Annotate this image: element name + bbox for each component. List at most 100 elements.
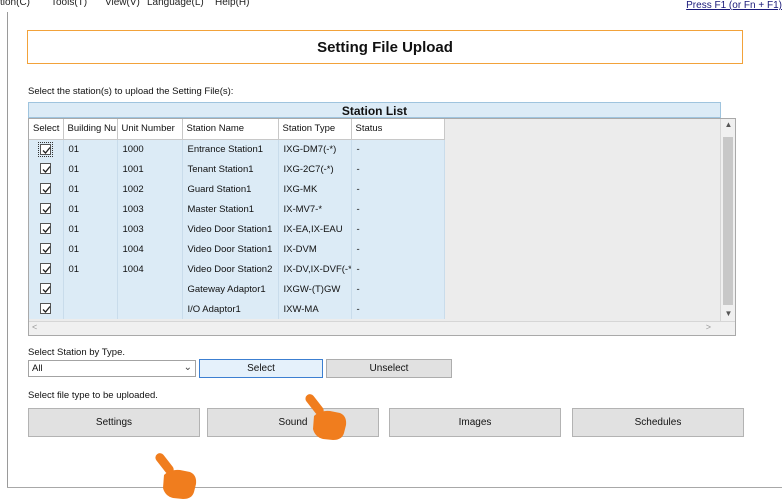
select-cell	[29, 279, 64, 299]
station-name-cell: I/O Adaptor1	[182, 299, 279, 319]
images-button[interactable]: Images	[389, 408, 561, 437]
window-bottom-border	[7, 487, 782, 488]
row-select-checkbox[interactable]	[38, 141, 54, 157]
building-cell: 01	[63, 139, 118, 159]
station-list-header: Station List	[28, 102, 721, 118]
select-cell	[29, 239, 64, 259]
station-name-cell: Master Station1	[182, 199, 279, 219]
select-by-type-label: Select Station by Type.	[28, 347, 125, 358]
station-type-cell: IX-EA,IX-EAU	[278, 219, 352, 239]
select-button[interactable]: Select	[199, 359, 323, 378]
table-row[interactable]: 01 1002 Guard Station1 IXG-MK -	[29, 179, 445, 199]
select-station-prompt: Select the station(s) to upload the Sett…	[28, 86, 234, 97]
building-cell: 01	[63, 239, 118, 259]
column-header-status[interactable]: Status	[351, 119, 445, 140]
table-row[interactable]: 01 1004 Video Door Station2 IX-DV,IX-DVF(-*…	[29, 259, 445, 279]
station-list-title: Station List	[341, 104, 408, 118]
row-select-checkbox[interactable]	[40, 263, 52, 275]
select-cell	[29, 139, 64, 159]
scroll-right-arrow-icon[interactable]: >	[706, 322, 711, 332]
menu-item-station[interactable]: tion(C)	[0, 0, 30, 8]
select-cell	[29, 259, 64, 279]
scroll-left-arrow-icon[interactable]: <	[32, 322, 37, 332]
scroll-down-arrow-icon[interactable]: ▼	[721, 309, 735, 318]
table-row[interactable]: 01 1003 Master Station1 IX-MV7-* -	[29, 199, 445, 219]
table-row[interactable]: 01 1003 Video Door Station1 IX-EA,IX-EAU -	[29, 219, 445, 239]
status-cell: -	[351, 159, 445, 179]
column-header-unit[interactable]: Unit Number	[117, 119, 183, 140]
unit-number-cell: 1003	[117, 199, 183, 219]
row-select-checkbox[interactable]	[40, 283, 52, 295]
menu-bar: tion(C) Tools(T) View(V) Language(L) Hel…	[0, 0, 782, 14]
select-cell	[29, 199, 64, 219]
station-name-cell: Entrance Station1	[182, 139, 279, 159]
select-cell	[29, 299, 64, 319]
station-type-dropdown[interactable]: All ⌄	[28, 360, 196, 377]
schedules-button[interactable]: Schedules	[572, 408, 744, 437]
menu-item-view[interactable]: View(V)	[105, 0, 140, 8]
station-type-cell: IX-DVM	[278, 239, 352, 259]
row-select-checkbox[interactable]	[40, 243, 52, 255]
pointing-hand-icon	[305, 394, 347, 440]
vertical-scrollbar-thumb[interactable]	[723, 137, 733, 305]
building-cell: 01	[63, 159, 118, 179]
status-cell: -	[351, 239, 445, 259]
table-row[interactable]: 01 1001 Tenant Station1 IXG-2C7(-*) -	[29, 159, 445, 179]
table-row[interactable]: Gateway Adaptor1 IXGW-(T)GW -	[29, 279, 445, 299]
menu-item-language[interactable]: Language(L)	[147, 0, 204, 8]
help-hint-link[interactable]: Press F1 (or Fn + F1)	[686, 0, 782, 11]
column-header-building[interactable]: Building Nu	[63, 119, 118, 140]
horizontal-scrollbar[interactable]: < >	[29, 321, 735, 335]
window-left-border	[7, 12, 8, 488]
station-type-cell: IXGW-(T)GW	[278, 279, 352, 299]
checkmark-icon	[42, 166, 51, 174]
unit-number-cell: 1000	[117, 139, 183, 159]
sound-button[interactable]: Sound	[207, 408, 379, 437]
status-cell: -	[351, 199, 445, 219]
table-row[interactable]: I/O Adaptor1 IXW-MA -	[29, 299, 445, 319]
file-type-label: Select file type to be uploaded.	[28, 390, 158, 401]
checkmark-icon	[42, 226, 51, 234]
unit-number-cell: 1002	[117, 179, 183, 199]
column-header-type[interactable]: Station Type	[278, 119, 352, 140]
station-type-cell: IX-MV7-*	[278, 199, 352, 219]
station-type-cell: IXG-DM7(-*)	[278, 139, 352, 159]
row-select-checkbox[interactable]	[40, 183, 52, 195]
table-row[interactable]: 01 1000 Entrance Station1 IXG-DM7(-*) -	[29, 139, 445, 159]
column-header-select[interactable]: Select	[29, 119, 64, 140]
unit-number-cell	[117, 299, 183, 319]
menu-item-tools[interactable]: Tools(T)	[51, 0, 87, 8]
row-select-checkbox[interactable]	[40, 223, 52, 235]
unselect-button[interactable]: Unselect	[326, 359, 452, 378]
column-header-name[interactable]: Station Name	[182, 119, 279, 140]
status-cell: -	[351, 139, 445, 159]
table-row[interactable]: 01 1004 Video Door Station1 IX-DVM -	[29, 239, 445, 259]
status-cell: -	[351, 299, 445, 319]
status-cell: -	[351, 259, 445, 279]
select-cell	[29, 219, 64, 239]
select-cell	[29, 179, 64, 199]
pointing-hand-icon	[155, 453, 197, 499]
row-select-checkbox[interactable]	[40, 163, 52, 175]
building-cell	[63, 299, 118, 319]
row-select-checkbox[interactable]	[40, 203, 52, 215]
station-name-cell: Tenant Station1	[182, 159, 279, 179]
status-cell: -	[351, 279, 445, 299]
checkmark-icon	[42, 146, 51, 154]
unit-number-cell: 1003	[117, 219, 183, 239]
station-name-cell: Video Door Station1	[182, 239, 279, 259]
vertical-scrollbar[interactable]: ▲ ▼	[720, 119, 735, 323]
building-cell: 01	[63, 179, 118, 199]
station-name-cell: Guard Station1	[182, 179, 279, 199]
settings-button[interactable]: Settings	[28, 408, 200, 437]
station-name-cell: Video Door Station1	[182, 219, 279, 239]
menu-item-help[interactable]: Help(H)	[215, 0, 249, 8]
scroll-up-arrow-icon[interactable]: ▲	[721, 120, 735, 129]
page-title-box: Setting File Upload	[27, 30, 743, 64]
building-cell	[63, 279, 118, 299]
row-select-checkbox[interactable]	[40, 303, 52, 315]
checkmark-icon	[42, 306, 51, 314]
station-type-cell: IXW-MA	[278, 299, 352, 319]
station-list-grid[interactable]: Select Building Nu Unit Number Station N…	[28, 118, 736, 336]
station-table-body: 01 1000 Entrance Station1 IXG-DM7(-*) -01 100…	[29, 139, 445, 319]
